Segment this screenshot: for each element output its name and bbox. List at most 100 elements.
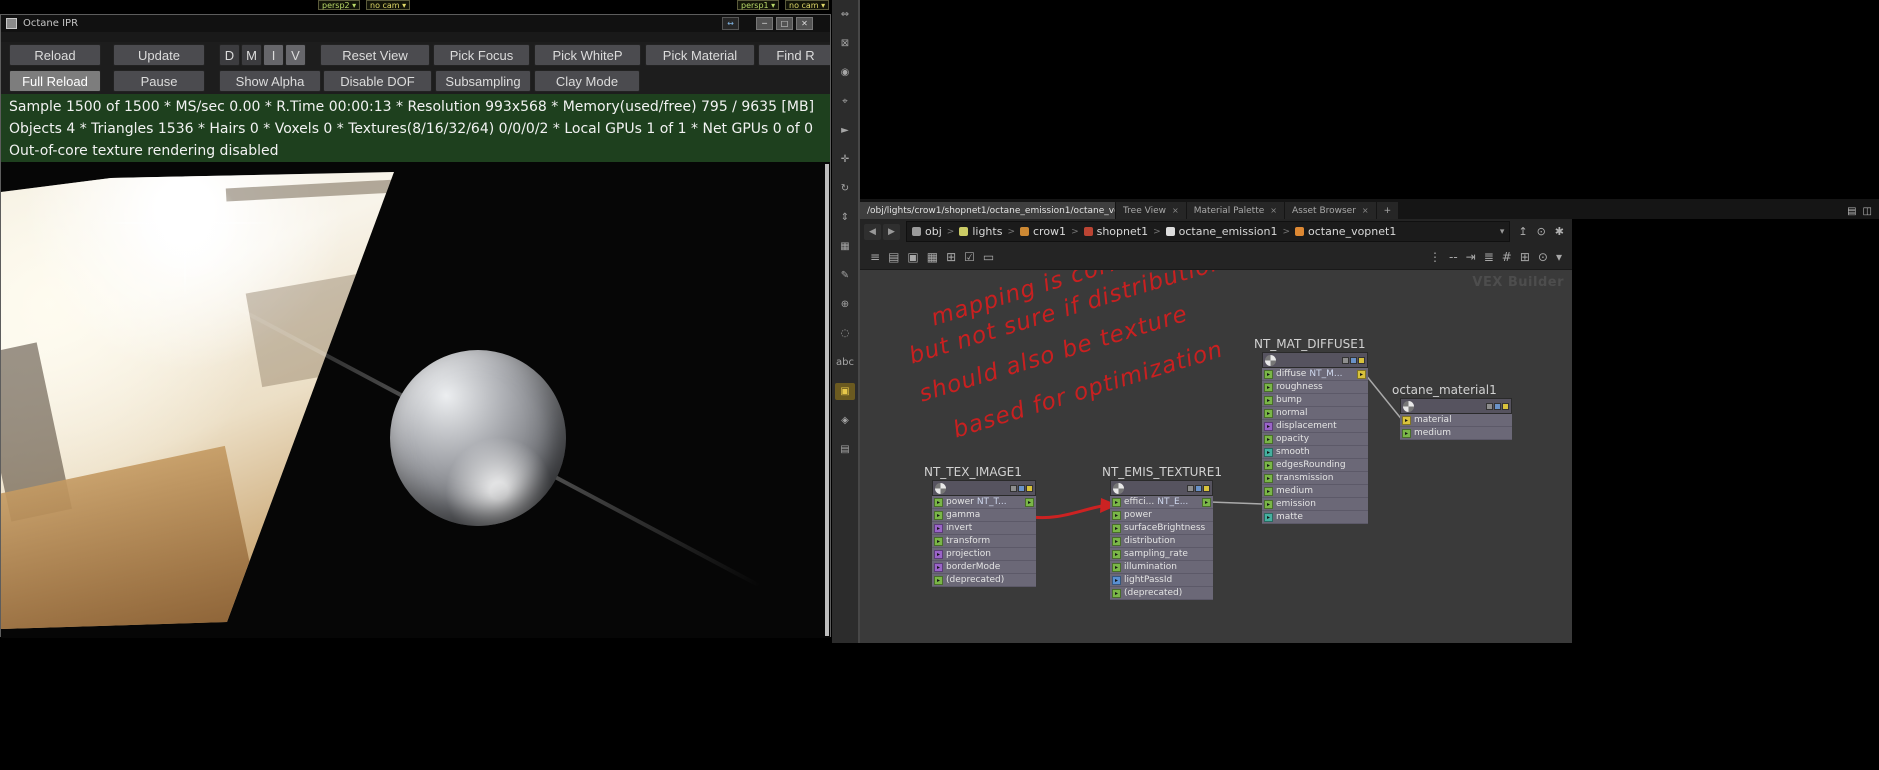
- display-flag-icon[interactable]: [1494, 402, 1501, 410]
- input-connector-icon[interactable]: ▸: [934, 497, 943, 507]
- param-row-illumination[interactable]: ▸ illumination: [1110, 561, 1213, 574]
- toolbar-button-pick-material[interactable]: Pick Material: [645, 44, 755, 66]
- render-viewport[interactable]: [1, 162, 830, 638]
- input-connector-icon[interactable]: ▸: [1264, 421, 1273, 431]
- tab-asset-browser[interactable]: Asset Browser ×: [1284, 202, 1376, 219]
- breadcrumb-item-octane-vopnet1[interactable]: octane_vopnet1: [1295, 225, 1396, 238]
- input-connector-icon[interactable]: ▸: [1264, 369, 1273, 379]
- input-connector-icon[interactable]: ▸: [1112, 510, 1121, 520]
- node-header[interactable]: [932, 480, 1036, 496]
- input-connector-icon[interactable]: ▸: [934, 510, 943, 520]
- target-icon[interactable]: ⊙: [1537, 225, 1546, 238]
- add-icon[interactable]: ⊕: [835, 296, 855, 313]
- pane-tab-list-icon[interactable]: ▤: [1847, 206, 1856, 217]
- octane-window-titlebar[interactable]: Octane IPR ↔ ─ □ ✕: [1, 15, 830, 32]
- toolbar-button-full-reload[interactable]: Full Reload: [9, 70, 101, 92]
- toolbar-button-pick-whitep[interactable]: Pick WhiteP: [534, 44, 641, 66]
- toolbar-button-v[interactable]: V: [285, 44, 306, 66]
- toolbar-button-clay-mode[interactable]: Clay Mode: [534, 70, 640, 92]
- input-connector-icon[interactable]: ▸: [1264, 382, 1273, 392]
- toolbar-button-d[interactable]: D: [219, 44, 240, 66]
- render-flag-icon[interactable]: [1358, 356, 1365, 364]
- bypass-flag-icon[interactable]: [1187, 484, 1194, 492]
- param-row-transmission[interactable]: ▸ transmission: [1262, 472, 1368, 485]
- detach-icon[interactable]: ↔: [722, 17, 739, 30]
- toolbar-button-find-r[interactable]: Find R: [758, 44, 830, 66]
- input-connector-icon[interactable]: ▸: [1112, 588, 1121, 598]
- toolbar-button-show-alpha[interactable]: Show Alpha: [219, 70, 321, 92]
- output-connector-icon[interactable]: ▸: [1202, 497, 1211, 507]
- export-icon[interactable]: ↥: [1518, 225, 1527, 238]
- param-row-diffuse[interactable]: ▸ diffuse NT_M... ▸: [1262, 368, 1368, 381]
- input-connector-icon[interactable]: ▸: [1112, 549, 1121, 559]
- tab-tree-view[interactable]: Tree View ×: [1116, 202, 1186, 219]
- node-nt-tex-image1[interactable]: NT_TEX_IMAGE1 ▸ power NT_T... ▸ ▸ gamma ▸ invert…: [924, 465, 1036, 587]
- output-connector-icon[interactable]: ▸: [1357, 369, 1366, 379]
- input-connector-icon[interactable]: ▸: [1264, 395, 1273, 405]
- breadcrumb-item-octane-emission1[interactable]: octane_emission1: [1165, 225, 1277, 238]
- param-row-invert[interactable]: ▸ invert: [932, 522, 1036, 535]
- input-connector-icon[interactable]: ▸: [934, 536, 943, 546]
- more-icon[interactable]: ▾: [1556, 250, 1562, 264]
- viewport-cam-chip-persp2-0[interactable]: persp2 ▾: [318, 0, 361, 10]
- move-tool-icon[interactable]: ✛: [835, 151, 855, 168]
- input-connector-icon[interactable]: ▸: [1264, 473, 1273, 483]
- input-connector-icon[interactable]: ▸: [1402, 428, 1411, 438]
- list-view-icon[interactable]: ▤: [888, 250, 899, 264]
- input-connector-icon[interactable]: ▸: [1264, 512, 1273, 522]
- input-connector-icon[interactable]: ▸: [1264, 486, 1273, 496]
- param-row-power[interactable]: ▸ power: [1110, 509, 1213, 522]
- param-row-power[interactable]: ▸ power NT_T... ▸: [932, 496, 1036, 509]
- nav-back-button[interactable]: ◀: [864, 223, 881, 240]
- param-row-deprecated[interactable]: ▸ (deprecated): [1110, 587, 1213, 600]
- input-connector-icon[interactable]: ▸: [1402, 415, 1411, 425]
- new-node-icon[interactable]: ⊞: [946, 250, 956, 264]
- param-row-gamma[interactable]: ▸ gamma: [932, 509, 1036, 522]
- param-row-roughness[interactable]: ▸ roughness: [1262, 381, 1368, 394]
- maximize-icon[interactable]: □: [776, 17, 793, 30]
- toolbar-button-update[interactable]: Update: [113, 44, 205, 66]
- network-editor-canvas[interactable]: VEX Builder mapping is correct but not su…: [860, 270, 1572, 643]
- pane-split-icon[interactable]: ◫: [1863, 206, 1872, 217]
- text-tool-icon[interactable]: abc: [835, 354, 855, 371]
- tab-close-icon[interactable]: ×: [1172, 206, 1179, 215]
- notes-icon[interactable]: ☑: [964, 250, 975, 264]
- input-connector-icon[interactable]: ▸: [1112, 497, 1121, 507]
- input-connector-icon[interactable]: ▸: [934, 549, 943, 559]
- diamond-tool-icon[interactable]: ◈: [835, 412, 855, 429]
- input-connector-icon[interactable]: ▸: [1112, 536, 1121, 546]
- active-tool-icon[interactable]: ▣: [835, 383, 855, 400]
- dots-icon[interactable]: --: [1449, 250, 1458, 264]
- connectivity-icon[interactable]: ≡: [870, 250, 880, 264]
- toolbar-button-m[interactable]: M: [241, 44, 262, 66]
- scale-tool-icon[interactable]: ⇕: [835, 209, 855, 226]
- toolbar-button-i[interactable]: I: [263, 44, 284, 66]
- input-connector-icon[interactable]: ▸: [1112, 562, 1121, 572]
- param-row-edgesrounding[interactable]: ▸ edgesRounding: [1262, 459, 1368, 472]
- display-flag-icon[interactable]: [1350, 356, 1357, 364]
- param-row-surfacebrightness[interactable]: ▸ surfaceBrightness: [1110, 522, 1213, 535]
- nav-forward-button[interactable]: ▶: [883, 223, 900, 240]
- param-row-smooth[interactable]: ▸ smooth: [1262, 446, 1368, 459]
- pane-maximize-icon[interactable]: ⇔: [835, 6, 855, 23]
- node-octane-material1[interactable]: octane_material1 ▸ material ▸ medium: [1392, 383, 1512, 440]
- param-row-transform[interactable]: ▸ transform: [932, 535, 1036, 548]
- draw-tool-icon[interactable]: ✎: [835, 267, 855, 284]
- breadcrumb-item-crow1[interactable]: crow1: [1020, 225, 1066, 238]
- lock-icon[interactable]: ⊠: [835, 35, 855, 52]
- param-row-effici[interactable]: ▸ effici... NT_E... ▸: [1110, 496, 1213, 509]
- breadcrumb-item-obj[interactable]: obj: [912, 225, 942, 238]
- bypass-flag-icon[interactable]: [1010, 484, 1017, 492]
- param-row-bordermode[interactable]: ▸ borderMode: [932, 561, 1036, 574]
- thumbnail-view-icon[interactable]: ▦: [927, 250, 938, 264]
- node-nt-emis-texture1[interactable]: NT_EMIS_TEXTURE1 ▸ effici... NT_E... ▸ ▸ power…: [1102, 465, 1222, 600]
- param-row-displacement[interactable]: ▸ displacement: [1262, 420, 1368, 433]
- bypass-flag-icon[interactable]: [1486, 402, 1493, 410]
- render-flag-icon[interactable]: [1203, 484, 1210, 492]
- viewport-cam-chip-persp1-2[interactable]: persp1 ▾: [737, 0, 780, 10]
- param-row-sampling-rate[interactable]: ▸ sampling_rate: [1110, 548, 1213, 561]
- path-field[interactable]: obj > lights > crow1 > shopnet1 > octane_emissio…: [906, 221, 1511, 242]
- output-connector-icon[interactable]: ▸: [1025, 497, 1034, 507]
- param-row-material[interactable]: ▸ material: [1400, 414, 1512, 427]
- node-header[interactable]: [1110, 480, 1213, 496]
